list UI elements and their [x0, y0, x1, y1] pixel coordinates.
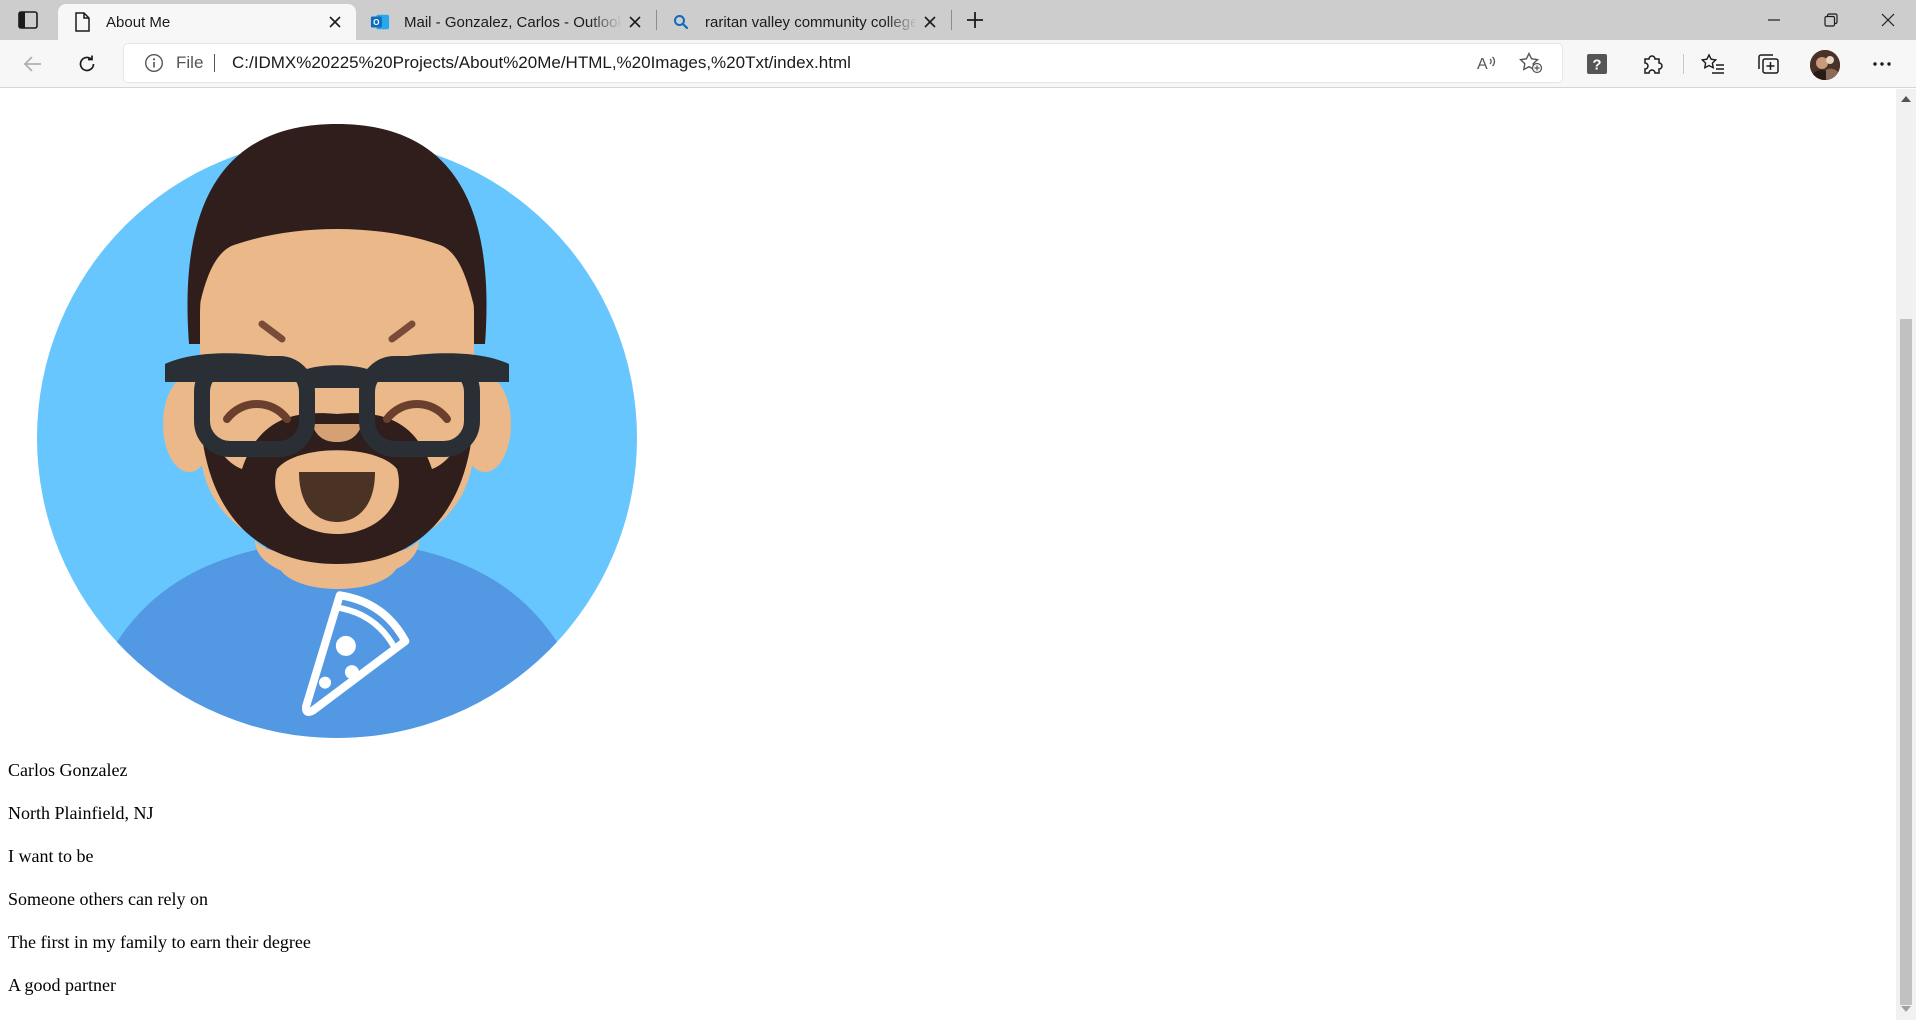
tab-search-rvcc[interactable]: raritan valley community college	[657, 4, 951, 40]
search-icon	[671, 12, 691, 32]
tab-actions-icon	[18, 11, 38, 29]
settings-more-button[interactable]	[1865, 48, 1899, 80]
new-tab-button[interactable]	[958, 6, 992, 34]
outlook-icon: O	[370, 12, 390, 32]
close-tab-icon[interactable]	[322, 9, 348, 35]
collections-button[interactable]	[1751, 48, 1785, 80]
location-line: North Plainfield, NJ	[8, 803, 154, 823]
help-extension-button[interactable]: ?	[1580, 48, 1614, 80]
about-me-text: Carlos Gonzalez North Plainfield, NJ I w…	[8, 759, 311, 1017]
svg-text:A: A	[1477, 56, 1488, 73]
read-aloud-icon[interactable]: A	[1474, 51, 1500, 75]
page-icon	[72, 12, 92, 32]
close-tab-icon[interactable]	[917, 9, 943, 35]
question-mark-icon: ?	[1587, 54, 1607, 74]
toolbar-divider	[1683, 54, 1684, 74]
minimize-button[interactable]	[1746, 0, 1802, 40]
info-icon[interactable]	[144, 53, 164, 73]
close-tab-icon[interactable]	[622, 9, 648, 35]
minimize-icon	[1768, 19, 1780, 21]
tab-title: About Me	[106, 13, 171, 31]
refresh-icon	[79, 55, 95, 72]
scrollbar-thumb[interactable]	[1900, 319, 1912, 1005]
tab-title: raritan valley community college	[705, 13, 917, 31]
goal-line: Someone others can rely on	[8, 889, 208, 909]
address-divider	[214, 54, 215, 72]
tab-outlook-mail[interactable]: O Mail - Gonzalez, Carlos - Outlook	[356, 4, 656, 40]
tab-strip: About Me O Mail - Gonzalez, Carlos - Out…	[0, 0, 1916, 40]
tab-actions-button[interactable]	[14, 8, 42, 32]
add-favorite-icon[interactable]	[1518, 51, 1544, 75]
extensions-button[interactable]	[1635, 48, 1669, 80]
svg-text:O: O	[373, 18, 380, 27]
goals-heading-line: I want to be	[8, 846, 94, 866]
svg-text:?: ?	[1592, 57, 1601, 74]
favorites-button[interactable]	[1696, 48, 1730, 80]
favorites-list-icon	[1701, 53, 1724, 74]
browser-toolbar: File C:/IDMX%20225%20Projects/About%20Me…	[0, 40, 1916, 88]
goal-line: A good partner	[8, 975, 116, 995]
collections-icon	[1758, 54, 1779, 74]
restore-icon	[1824, 13, 1838, 27]
close-window-button[interactable]	[1860, 0, 1916, 40]
back-button[interactable]	[16, 48, 50, 80]
goal-line: The first in my family to earn their deg…	[8, 932, 311, 952]
profile-avatar[interactable]	[1810, 50, 1840, 80]
url-text[interactable]: C:/IDMX%20225%20Projects/About%20Me/HTML…	[232, 53, 851, 73]
more-horizontal-icon	[1873, 62, 1891, 66]
refresh-button[interactable]	[70, 48, 104, 80]
back-arrow-icon	[23, 56, 41, 72]
avatar-image	[37, 124, 637, 738]
address-bar[interactable]: File C:/IDMX%20225%20Projects/About%20Me…	[124, 44, 1562, 82]
close-icon	[1881, 13, 1895, 27]
tab-title: Mail - Gonzalez, Carlos - Outlook	[404, 13, 622, 31]
plus-icon	[967, 12, 983, 28]
scroll-down-arrow-icon[interactable]	[1900, 1004, 1912, 1014]
restore-button[interactable]	[1803, 0, 1859, 40]
puzzle-icon	[1644, 55, 1663, 74]
vertical-scrollbar[interactable]	[1896, 89, 1916, 1020]
scroll-up-arrow-icon[interactable]	[1900, 94, 1912, 104]
tab-divider	[951, 10, 952, 30]
profile-picture-icon	[1810, 50, 1840, 80]
tab-about-me[interactable]: About Me	[58, 4, 356, 40]
name-line: Carlos Gonzalez	[8, 760, 128, 780]
scheme-label: File	[176, 53, 204, 72]
cartoon-man-illustration	[37, 124, 637, 738]
page-viewport: Carlos Gonzalez North Plainfield, NJ I w…	[0, 89, 1896, 1020]
